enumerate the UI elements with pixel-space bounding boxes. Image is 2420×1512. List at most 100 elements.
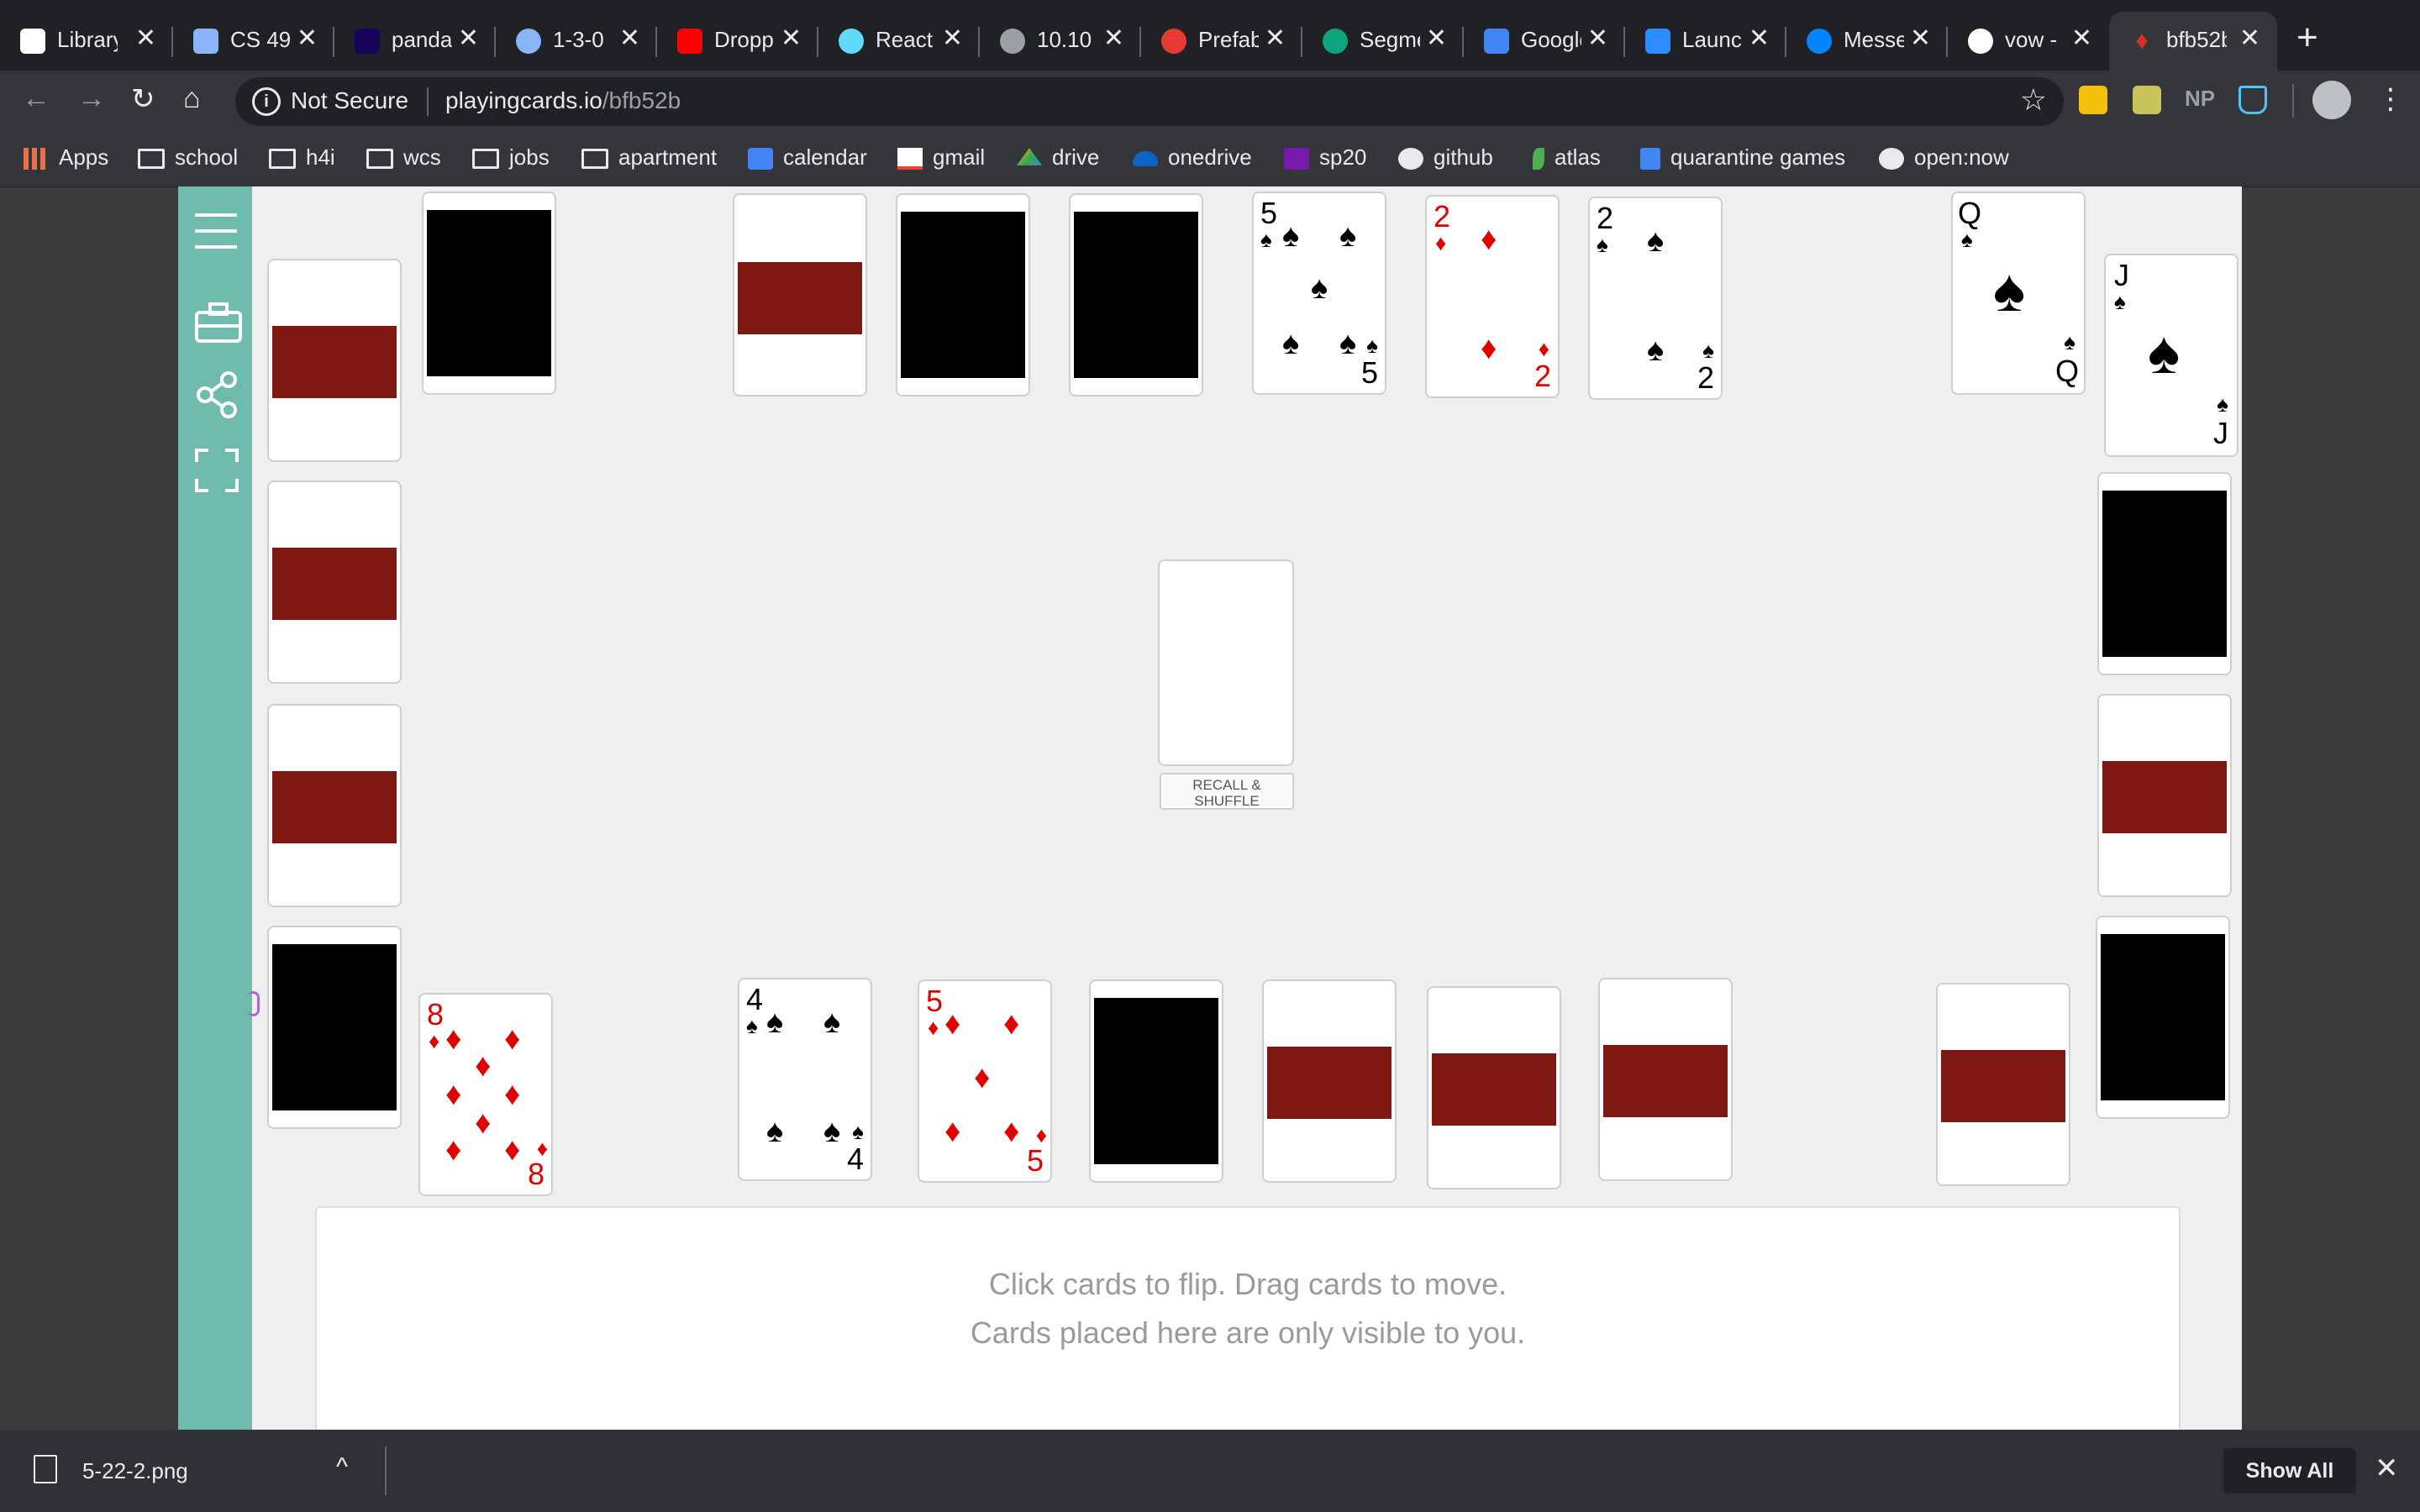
bookmark-atlas[interactable]: atlas — [1533, 144, 1601, 175]
close-shelf-icon[interactable]: ✕ — [2375, 1452, 2399, 1485]
address-bar[interactable]: i Not Secure playingcards.io/bfb52b ☆ — [235, 77, 2064, 126]
tab-close-icon[interactable]: ✕ — [781, 24, 802, 53]
bookmark-open-now[interactable]: open:now — [1879, 144, 2009, 175]
card-facedown[interactable] — [1936, 983, 2070, 1186]
url-text[interactable]: playingcards.io/bfb52b — [445, 87, 681, 114]
card-facedown[interactable] — [1262, 979, 1397, 1183]
bookmark-star-icon[interactable]: ☆ — [2020, 82, 2047, 118]
profile-avatar-icon[interactable] — [2312, 81, 2351, 119]
tab-ip[interactable]: 10.10 ✕ — [980, 12, 1141, 71]
tab-infinity[interactable]: 1-3-0 ✕ — [496, 12, 657, 71]
back-button[interactable]: ← — [22, 82, 50, 115]
download-filename[interactable]: 5-22-2.png — [82, 1458, 188, 1484]
forward-button[interactable]: → — [77, 82, 106, 115]
bookmark-wcs[interactable]: wcs — [366, 144, 441, 175]
hamburger-menu-icon[interactable] — [195, 212, 237, 254]
tab-google-search[interactable]: vow - ✕ — [1948, 12, 2109, 71]
tab-close-icon[interactable]: ✕ — [1103, 24, 1124, 53]
extension-shield-icon[interactable] — [2238, 86, 2267, 114]
tab-messenger[interactable]: Messenger ✕ — [1786, 12, 1948, 71]
tab-close-icon[interactable]: ✕ — [135, 24, 156, 53]
home-button[interactable]: ⌂ — [183, 82, 201, 115]
tab-segment[interactable]: Segment ✕ — [1302, 12, 1464, 71]
card-facedown[interactable] — [2096, 916, 2230, 1119]
tab-youtube[interactable]: Dropping ✕ — [657, 12, 818, 71]
extension-np-icon[interactable]: NP — [2185, 86, 2218, 114]
tab-close-icon[interactable]: ✕ — [1426, 24, 1447, 53]
card-facedown[interactable] — [422, 192, 556, 395]
tab-close-icon[interactable]: ✕ — [2239, 24, 2260, 53]
tab-cs[interactable]: CS 4910 ✕ — [173, 12, 334, 71]
show-all-button[interactable]: Show All — [2223, 1448, 2356, 1494]
bookmark-h4i[interactable]: h4i — [269, 144, 335, 175]
chevron-up-icon[interactable]: ^ — [336, 1453, 348, 1482]
card-facedown[interactable] — [267, 480, 402, 684]
fullscreen-icon[interactable] — [195, 449, 239, 492]
card-facedown[interactable] — [267, 259, 402, 462]
tab-pandas[interactable]: pandas ✕ — [334, 12, 496, 71]
share-icon[interactable] — [195, 371, 237, 418]
extension-notes-icon[interactable] — [2079, 86, 2107, 114]
tab-close-icon[interactable]: ✕ — [1587, 24, 1608, 53]
reload-button[interactable]: ↻ — [131, 82, 155, 116]
tab-prefab[interactable]: Prefab ✕ — [1141, 12, 1302, 71]
card-facedown[interactable] — [2097, 694, 2232, 897]
tab-close-icon[interactable]: ✕ — [942, 24, 963, 53]
diamond-icon: ♦ — [1538, 336, 1549, 361]
bookmark-apartment[interactable]: apartment — [581, 144, 717, 175]
tab-close-icon[interactable]: ✕ — [1749, 24, 1770, 53]
card-eight-of-diamonds[interactable]: 8 ♦ ♦ ♦ ♦ ♦ ♦ ♦ ♦ ♦ ♦ 8 — [418, 993, 553, 1196]
bookmark-sp20[interactable]: sp20 — [1284, 144, 1366, 175]
bookmark-quarantine-games[interactable]: quarantine games — [1640, 144, 1845, 175]
recall-shuffle-button[interactable]: RECALL & SHUFFLE — [1160, 773, 1294, 810]
diamond-icon: ♦ — [1003, 1006, 1020, 1042]
card-facedown[interactable] — [1427, 986, 1561, 1189]
drive-icon — [1017, 148, 1042, 165]
card-facedown[interactable] — [1089, 979, 1223, 1183]
card-four-of-spades[interactable]: 4 ♠ ♠ ♠ ♠ ♠ ♠ 4 — [738, 978, 872, 1181]
tab-close-icon[interactable]: ✕ — [297, 24, 318, 53]
card-facedown[interactable] — [267, 926, 402, 1129]
bookmark-label: onedrive — [1168, 144, 1252, 170]
card-facedown[interactable] — [733, 193, 867, 396]
globe-favicon-icon — [1000, 29, 1025, 54]
bookmark-gmail[interactable]: gmail — [897, 144, 985, 175]
draw-pile[interactable] — [1158, 559, 1294, 766]
bookmark-onedrive[interactable]: onedrive — [1133, 144, 1252, 175]
new-tab-button[interactable]: + — [2296, 17, 2318, 59]
private-hand-area[interactable]: Click cards to flip. Drag cards to move.… — [315, 1206, 2181, 1430]
card-facedown[interactable] — [1598, 978, 1733, 1181]
tab-close-icon[interactable]: ✕ — [1910, 24, 1931, 53]
card-two-of-diamonds[interactable]: 2 ♦ ♦ ♦ ♦ 2 — [1425, 195, 1560, 398]
tab-zoom[interactable]: Launch ✕ — [1625, 12, 1786, 71]
card-five-of-spades[interactable]: 5 ♠ ♠ ♠ ♠ ♠ ♠ ♠ 5 — [1252, 192, 1386, 395]
briefcase-icon[interactable] — [195, 302, 242, 344]
card-back-pattern — [1603, 1045, 1728, 1117]
bookmark-drive[interactable]: drive — [1017, 144, 1099, 175]
tab-library[interactable]: Library ✕ — [0, 12, 173, 71]
bookmark-calendar[interactable]: calendar — [748, 144, 867, 175]
bookmark-school[interactable]: school — [138, 144, 238, 175]
card-two-of-spades[interactable]: 2 ♠ ♠ ♠ ♠ 2 — [1588, 197, 1723, 400]
browser-menu-icon[interactable]: ⋮ — [2376, 82, 2405, 116]
card-facedown[interactable] — [2097, 472, 2232, 675]
tab-close-icon[interactable]: ✕ — [2071, 24, 2092, 53]
card-queen-of-spades[interactable]: Q ♠ ♠ ♠ Q — [1951, 192, 2086, 395]
tab-close-icon[interactable]: ✕ — [458, 24, 479, 53]
info-icon[interactable]: i — [252, 87, 281, 116]
card-jack-of-spades[interactable]: J ♠ ♠ ♠ J — [2104, 254, 2238, 457]
extension-landscape-icon[interactable] — [2133, 86, 2161, 114]
card-facedown[interactable] — [1069, 193, 1203, 396]
card-five-of-diamonds[interactable]: 5 ♦ ♦ ♦ ♦ ♦ ♦ ♦ 5 — [918, 979, 1052, 1183]
bookmark-jobs[interactable]: jobs — [472, 144, 550, 175]
card-facedown[interactable] — [896, 193, 1030, 396]
tab-react[interactable]: React ✕ — [818, 12, 980, 71]
bookmark-github[interactable]: github — [1398, 144, 1493, 175]
bookmark-apps[interactable]: Apps — [24, 144, 108, 175]
react-favicon-icon — [839, 29, 864, 54]
card-facedown[interactable] — [267, 704, 402, 907]
tab-google-calendar[interactable]: Google ✕ — [1464, 12, 1625, 71]
tab-close-icon[interactable]: ✕ — [619, 24, 640, 53]
tab-playingcards-active[interactable]: ♦ bfb52b ✕ — [2109, 12, 2277, 71]
tab-close-icon[interactable]: ✕ — [1265, 24, 1286, 53]
